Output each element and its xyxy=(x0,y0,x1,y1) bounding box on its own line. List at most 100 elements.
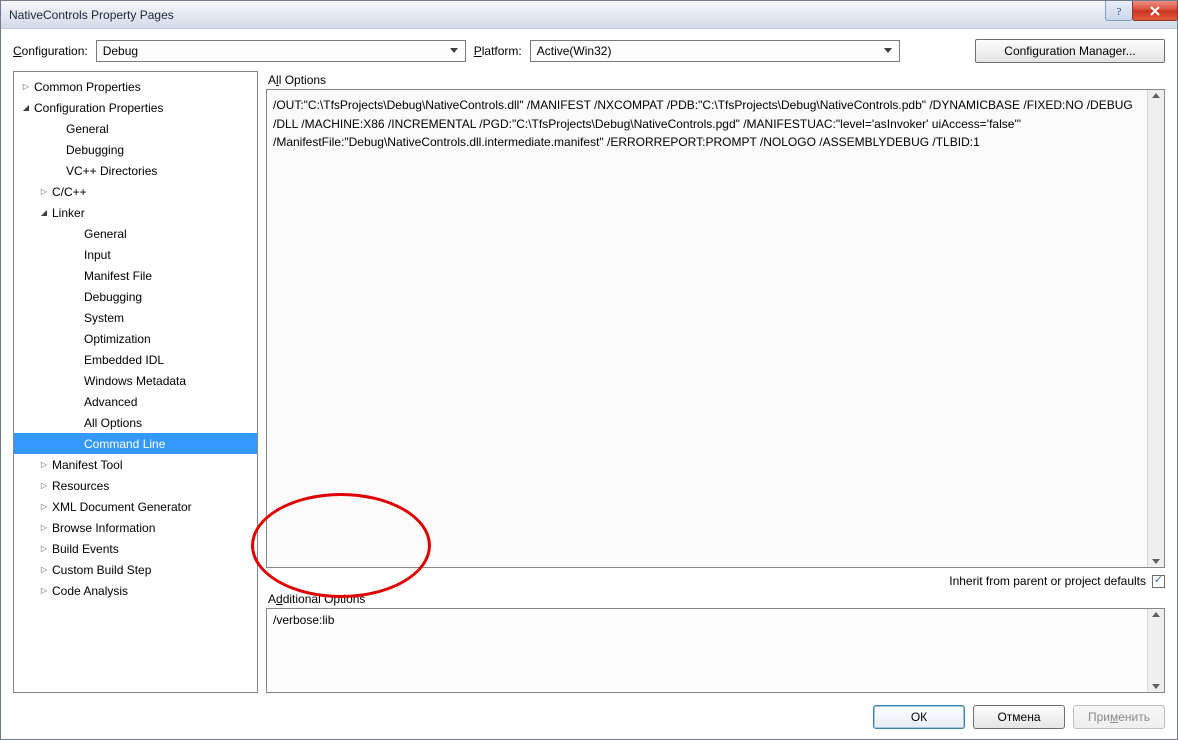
tree-item-label: Build Events xyxy=(52,542,119,556)
expand-icon[interactable] xyxy=(20,102,32,114)
tree-item[interactable]: All Options xyxy=(14,412,257,433)
tree-spacer xyxy=(70,249,82,261)
tree-spacer xyxy=(70,270,82,282)
tree-item[interactable]: Resources xyxy=(14,475,257,496)
tree-spacer xyxy=(70,375,82,387)
configuration-manager-button[interactable]: Configuration Manager... xyxy=(975,39,1165,63)
tree-spacer xyxy=(70,354,82,366)
tree-item[interactable]: System xyxy=(14,307,257,328)
tree-item[interactable]: Manifest File xyxy=(14,265,257,286)
tree-item[interactable]: Browse Information xyxy=(14,517,257,538)
expand-icon[interactable] xyxy=(38,207,50,219)
tree-item-label: VC++ Directories xyxy=(66,164,157,178)
tree-spacer xyxy=(70,312,82,324)
platform-combo[interactable]: Active(Win32) xyxy=(530,40,900,62)
titlebar[interactable]: NativeControls Property Pages ? xyxy=(1,1,1177,29)
right-pane: All Options /OUT:"C:\TfsProjects\Debug\N… xyxy=(266,71,1165,693)
tree-item-label: Embedded IDL xyxy=(84,353,164,367)
help-button[interactable]: ? xyxy=(1105,1,1133,21)
tree-item[interactable]: Optimization xyxy=(14,328,257,349)
inherit-checkbox[interactable] xyxy=(1152,575,1165,588)
tree-item[interactable]: Custom Build Step xyxy=(14,559,257,580)
collapse-icon[interactable] xyxy=(38,186,50,198)
collapse-icon[interactable] xyxy=(38,501,50,513)
tree-spacer xyxy=(70,417,82,429)
tree-item[interactable]: Command Line xyxy=(14,433,257,454)
tree-item-label: General xyxy=(66,122,109,136)
collapse-icon[interactable] xyxy=(20,81,32,93)
tree-item[interactable]: Windows Metadata xyxy=(14,370,257,391)
tree-item-label: Input xyxy=(84,248,111,262)
tree-item-label: Manifest File xyxy=(84,269,152,283)
tree-spacer xyxy=(70,291,82,303)
additional-options-textbox[interactable]: /verbose:lib xyxy=(266,608,1165,693)
config-row: Configuration: Debug Platform: Active(Wi… xyxy=(13,39,1165,63)
all-options-text: /OUT:"C:\TfsProjects\Debug\NativeControl… xyxy=(273,98,1133,149)
nav-tree[interactable]: Common Properties Configuration Propertie… xyxy=(13,71,258,693)
tree-item-label: Debugging xyxy=(84,290,142,304)
additional-options-text: /verbose:lib xyxy=(273,613,334,627)
all-options-label: All Options xyxy=(268,73,1165,87)
tree-item[interactable]: Manifest Tool xyxy=(14,454,257,475)
cancel-button[interactable]: Отмена xyxy=(973,705,1065,729)
tree-item[interactable]: Code Analysis xyxy=(14,580,257,601)
tree-item-label: System xyxy=(84,311,124,325)
tree-item[interactable]: Embedded IDL xyxy=(14,349,257,370)
platform-value: Active(Win32) xyxy=(537,44,612,58)
tree-spacer xyxy=(70,333,82,345)
tree-item[interactable]: Configuration Properties xyxy=(14,97,257,118)
tree-spacer xyxy=(52,123,64,135)
additional-options-label: Additional Options xyxy=(268,592,1165,606)
tree-item[interactable]: Input xyxy=(14,244,257,265)
tree-item[interactable]: Common Properties xyxy=(14,76,257,97)
tree-item[interactable]: XML Document Generator xyxy=(14,496,257,517)
tree-spacer xyxy=(70,396,82,408)
tree-item[interactable]: C/C++ xyxy=(14,181,257,202)
tree-item[interactable]: Advanced xyxy=(14,391,257,412)
tree-item[interactable]: Debugging xyxy=(14,139,257,160)
configuration-combo[interactable]: Debug xyxy=(96,40,466,62)
tree-item-label: Browse Information xyxy=(52,521,155,535)
tree-item-label: Resources xyxy=(52,479,109,493)
scrollbar[interactable] xyxy=(1147,90,1164,567)
ok-button[interactable]: ОК xyxy=(873,705,965,729)
apply-button[interactable]: Применить xyxy=(1073,705,1165,729)
tree-item-label: Configuration Properties xyxy=(34,101,163,115)
tree-item[interactable]: Build Events xyxy=(14,538,257,559)
tree-item[interactable]: Debugging xyxy=(14,286,257,307)
collapse-icon[interactable] xyxy=(38,585,50,597)
tree-item[interactable]: VC++ Directories xyxy=(14,160,257,181)
collapse-icon[interactable] xyxy=(38,459,50,471)
collapse-icon[interactable] xyxy=(38,522,50,534)
platform-label: Platform: xyxy=(474,44,522,58)
all-options-textbox[interactable]: /OUT:"C:\TfsProjects\Debug\NativeControl… xyxy=(266,89,1165,568)
tree-item-label: XML Document Generator xyxy=(52,500,192,514)
collapse-icon[interactable] xyxy=(38,564,50,576)
collapse-icon[interactable] xyxy=(38,480,50,492)
tree-item[interactable]: General xyxy=(14,223,257,244)
client-area: Configuration: Debug Platform: Active(Wi… xyxy=(1,29,1177,739)
tree-item-label: Custom Build Step xyxy=(52,563,151,577)
window-title: NativeControls Property Pages xyxy=(9,8,174,22)
inherit-row: Inherit from parent or project defaults xyxy=(266,574,1165,588)
tree-item-label: All Options xyxy=(84,416,142,430)
tree-item[interactable]: Linker xyxy=(14,202,257,223)
close-button[interactable] xyxy=(1132,1,1178,21)
tree-spacer xyxy=(52,165,64,177)
scrollbar[interactable] xyxy=(1147,609,1164,692)
configuration-label: Configuration: xyxy=(13,44,88,58)
tree-item-label: Linker xyxy=(52,206,85,220)
tree-item-label: Optimization xyxy=(84,332,151,346)
tree-item-label: C/C++ xyxy=(52,185,87,199)
tree-item-label: Manifest Tool xyxy=(52,458,122,472)
collapse-icon[interactable] xyxy=(38,543,50,555)
tree-spacer xyxy=(52,144,64,156)
svg-text:?: ? xyxy=(1117,6,1122,17)
property-pages-dialog: NativeControls Property Pages ? Configur… xyxy=(0,0,1178,740)
tree-item-label: Code Analysis xyxy=(52,584,128,598)
tree-spacer xyxy=(70,438,82,450)
chevron-down-icon xyxy=(879,41,897,61)
dialog-buttons: ОК Отмена Применить xyxy=(13,705,1165,729)
tree-item-label: Advanced xyxy=(84,395,137,409)
tree-item[interactable]: General xyxy=(14,118,257,139)
